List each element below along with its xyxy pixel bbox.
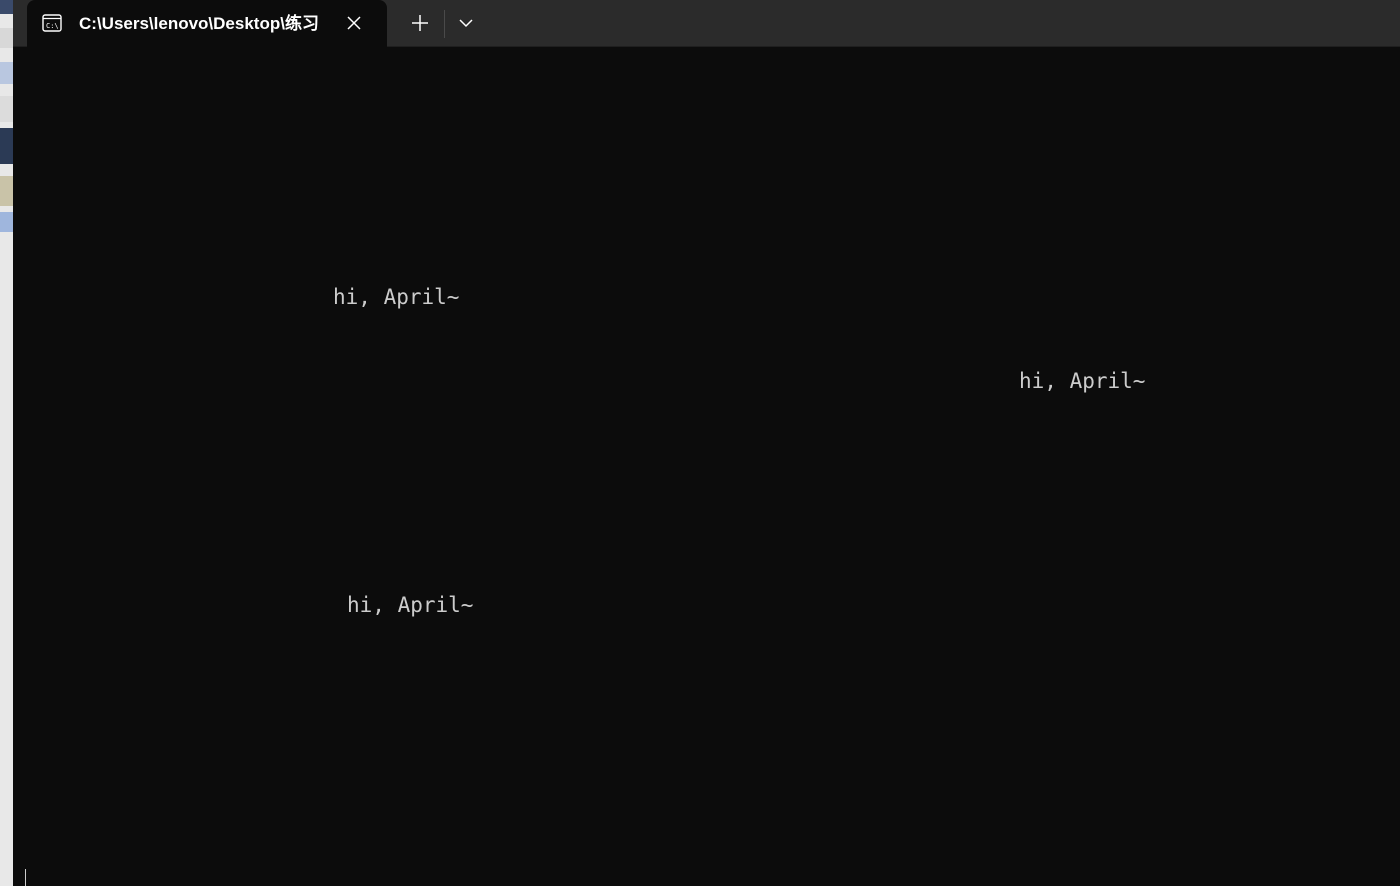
tab-active[interactable]: C:\ C:\Users\lenovo\Desktop\练习 bbox=[27, 0, 387, 47]
output-line: hi, April~ bbox=[1019, 369, 1146, 393]
plus-icon bbox=[412, 15, 428, 31]
new-tab-button[interactable] bbox=[405, 9, 435, 37]
chevron-down-icon bbox=[459, 19, 473, 28]
close-icon[interactable] bbox=[343, 12, 365, 34]
text-cursor bbox=[25, 869, 26, 886]
screen: C:\ C:\Users\lenovo\Desktop\练习 hi, April… bbox=[0, 0, 1400, 886]
title-bar: C:\ C:\Users\lenovo\Desktop\练习 bbox=[13, 0, 1400, 47]
tab-divider bbox=[444, 10, 445, 38]
svg-text:C:\: C:\ bbox=[46, 22, 59, 30]
output-line: hi, April~ bbox=[333, 285, 460, 309]
profile-dropdown-button[interactable] bbox=[451, 9, 481, 37]
output-line: hi, April~ bbox=[347, 593, 474, 617]
tab-title: C:\Users\lenovo\Desktop\练习 bbox=[79, 14, 319, 33]
command-prompt-icon: C:\ bbox=[42, 13, 62, 33]
terminal-window: C:\ C:\Users\lenovo\Desktop\练习 hi, April… bbox=[13, 0, 1400, 886]
terminal-output-area[interactable]: hi, April~ hi, April~ hi, April~ bbox=[13, 47, 1400, 886]
background-window-strip bbox=[0, 0, 13, 886]
